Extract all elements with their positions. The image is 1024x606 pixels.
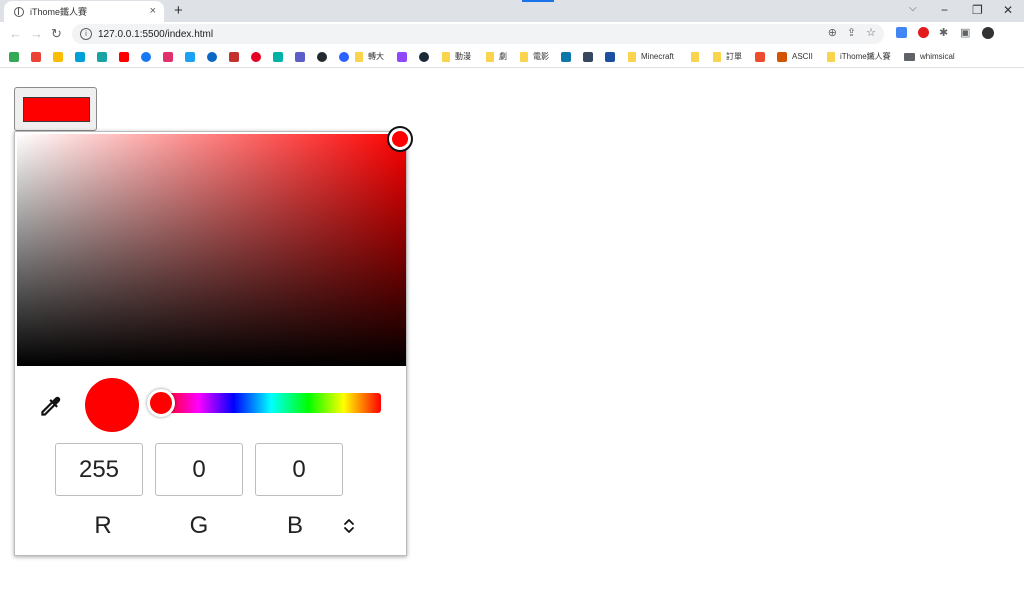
folder-icon[interactable] bbox=[628, 52, 636, 62]
bookmark-blue-icon[interactable] bbox=[339, 52, 349, 62]
folder-icon[interactable] bbox=[355, 52, 363, 62]
green-label: G bbox=[189, 512, 209, 539]
puzzle-icon[interactable]: ✱ bbox=[939, 26, 948, 39]
forward-arrow-icon[interactable]: → bbox=[30, 26, 43, 42]
drive-icon[interactable] bbox=[9, 52, 19, 62]
folder-icon[interactable] bbox=[904, 53, 915, 61]
blue-label: B bbox=[286, 512, 303, 539]
share-icon[interactable]: ⇪ bbox=[847, 26, 856, 39]
bookmark-label[interactable]: 劇 bbox=[499, 52, 507, 62]
reload-icon[interactable]: ↻ bbox=[51, 26, 62, 42]
globe-icon bbox=[14, 6, 24, 17]
gmail-icon[interactable] bbox=[31, 52, 41, 62]
twitter-icon[interactable] bbox=[185, 52, 195, 62]
hue-slider[interactable] bbox=[161, 393, 381, 413]
red-label: R bbox=[94, 512, 112, 539]
folder-icon[interactable] bbox=[691, 52, 699, 62]
bookmark-red-icon[interactable] bbox=[229, 52, 239, 62]
folder-icon[interactable] bbox=[442, 52, 450, 62]
eyedropper-icon[interactable] bbox=[37, 394, 63, 420]
bookmark-label[interactable]: ASCII bbox=[792, 52, 813, 62]
bookmark-label[interactable]: iThome鐵人賽 bbox=[840, 52, 891, 62]
bookmark-label[interactable]: 轉大 bbox=[368, 52, 384, 62]
folder-icon[interactable] bbox=[827, 52, 835, 62]
translate-extension-icon[interactable] bbox=[896, 27, 907, 38]
shopee-icon[interactable] bbox=[755, 52, 765, 62]
restore-button[interactable]: ❐ bbox=[972, 1, 983, 19]
url-text: 127.0.0.1:5500/index.html bbox=[98, 28, 214, 40]
browser-tab[interactable]: iThome鐵人賽 × bbox=[4, 1, 164, 22]
profile-avatar[interactable] bbox=[982, 27, 994, 39]
bookmark-grid-icon[interactable] bbox=[583, 52, 593, 62]
bookmark-label[interactable]: whimsical bbox=[920, 52, 955, 62]
sv-black-layer bbox=[17, 134, 406, 366]
bookmarks-bar: 轉大 動漫 劇 電影 Minecraft 訂單 ASCII iThome鐵人賽 … bbox=[0, 47, 1024, 68]
bookmark-teal-icon[interactable] bbox=[97, 52, 107, 62]
new-tab-button[interactable]: + bbox=[174, 2, 183, 20]
facebook-icon[interactable] bbox=[141, 52, 151, 62]
color-swatch bbox=[23, 97, 90, 122]
steam-icon[interactable] bbox=[419, 52, 429, 62]
color-picker-popup: R G B bbox=[14, 128, 411, 556]
omnibox-actions: ⊕ ⇪ ☆ bbox=[828, 26, 876, 39]
tab-strip: iThome鐵人賽 × + ⌵ − ❐ ✕ bbox=[0, 0, 1024, 22]
sv-thumb-handle[interactable] bbox=[389, 128, 411, 150]
bookmark-label[interactable]: Minecraft bbox=[641, 52, 674, 62]
browser-toolbar: ← → ↻ i 127.0.0.1:5500/index.html ⊕ ⇪ ☆ bbox=[0, 22, 1024, 46]
star-icon[interactable]: ☆ bbox=[866, 26, 876, 39]
folder-icon[interactable] bbox=[486, 52, 494, 62]
k-icon[interactable] bbox=[605, 52, 615, 62]
color-input-button[interactable] bbox=[14, 87, 97, 131]
chevron-up-down-icon[interactable] bbox=[341, 516, 357, 536]
address-bar[interactable]: i 127.0.0.1:5500/index.html ⊕ ⇪ ☆ bbox=[72, 24, 884, 44]
tab-title: iThome鐵人賽 bbox=[30, 7, 88, 17]
youtube-icon[interactable] bbox=[119, 52, 129, 62]
r-icon[interactable] bbox=[777, 52, 787, 62]
twitch-icon[interactable] bbox=[397, 52, 407, 62]
green-input[interactable] bbox=[155, 443, 243, 496]
window-close-button[interactable]: ✕ bbox=[1003, 1, 1013, 19]
red-input[interactable] bbox=[55, 443, 143, 496]
bookmark-dark-blue-icon[interactable] bbox=[561, 52, 571, 62]
photos-icon[interactable] bbox=[53, 52, 63, 62]
back-arrow-icon[interactable]: ← bbox=[9, 26, 22, 42]
opera-extension-icon[interactable] bbox=[918, 27, 929, 38]
hue-slider-thumb[interactable] bbox=[147, 389, 175, 417]
tab-close-button[interactable]: × bbox=[150, 6, 156, 17]
folder-icon[interactable] bbox=[520, 52, 528, 62]
instagram-icon[interactable] bbox=[163, 52, 173, 62]
bookmark-label[interactable]: 訂單 bbox=[726, 52, 742, 62]
folder-icon[interactable] bbox=[713, 52, 721, 62]
saturation-value-area[interactable] bbox=[17, 128, 411, 366]
minimize-button[interactable]: − bbox=[941, 1, 948, 19]
bookmark-label[interactable]: 電影 bbox=[533, 52, 549, 62]
info-icon[interactable]: i bbox=[80, 28, 92, 40]
github-icon[interactable] bbox=[317, 52, 327, 62]
messenger-icon[interactable] bbox=[207, 52, 217, 62]
pinterest-icon[interactable] bbox=[251, 52, 261, 62]
color-preview-circle bbox=[85, 378, 139, 432]
tab-search-button[interactable]: ⌵ bbox=[909, 3, 917, 14]
tab-strip-accent bbox=[522, 0, 554, 2]
side-panel-icon[interactable]: ▣ bbox=[960, 26, 970, 39]
blue-input[interactable] bbox=[255, 443, 343, 496]
bookmark-label[interactable]: 動漫 bbox=[455, 52, 471, 62]
bilibili-icon[interactable] bbox=[75, 52, 85, 62]
bookmark-green-icon[interactable] bbox=[273, 52, 283, 62]
teams-icon[interactable] bbox=[295, 52, 305, 62]
zoom-icon[interactable]: ⊕ bbox=[828, 26, 837, 39]
